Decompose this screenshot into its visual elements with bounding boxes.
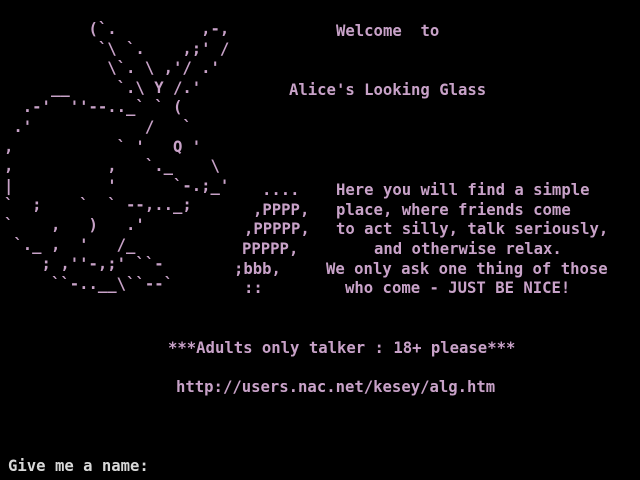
intro-dots-5: :: bbox=[244, 279, 263, 297]
website-url: http://users.nac.net/kesey/alg.htm bbox=[176, 378, 496, 396]
name-input[interactable] bbox=[148, 457, 619, 475]
intro-dots-3: PPPPP, bbox=[242, 240, 299, 258]
intro-text-1: place, where friends come bbox=[336, 201, 571, 219]
intro-text-5: who come - JUST BE NICE! bbox=[345, 279, 571, 297]
talker-name-heading: Alice's Looking Glass bbox=[289, 81, 487, 99]
intro-dots-1: ,PPPP, bbox=[253, 201, 310, 219]
age-notice: ***Adults only talker : 18+ please*** bbox=[168, 339, 516, 357]
intro-text-0: Here you will find a simple bbox=[336, 181, 590, 199]
intro-dots-4: ;bbb, bbox=[234, 260, 281, 278]
login-prompt: Give me a name: bbox=[8, 456, 619, 476]
intro-dots-0: .... bbox=[262, 181, 300, 199]
welcome-heading: Welcome to bbox=[336, 22, 440, 40]
terminal-screen: (`. ,-, `\ `. ,;' / \`. \ ,'/ .' __ `.\ … bbox=[0, 0, 640, 480]
intro-text-4: We only ask one thing of those bbox=[326, 260, 608, 278]
rabbit-ascii-art: (`. ,-, `\ `. ,;' / \`. \ ,'/ .' __ `.\ … bbox=[4, 20, 230, 293]
name-prompt-label: Give me a name: bbox=[8, 457, 149, 475]
intro-text-3: and otherwise relax. bbox=[374, 240, 562, 258]
intro-dots-2: ,PPPPP, bbox=[244, 220, 310, 238]
intro-text-2: to act silly, talk seriously, bbox=[336, 220, 609, 238]
